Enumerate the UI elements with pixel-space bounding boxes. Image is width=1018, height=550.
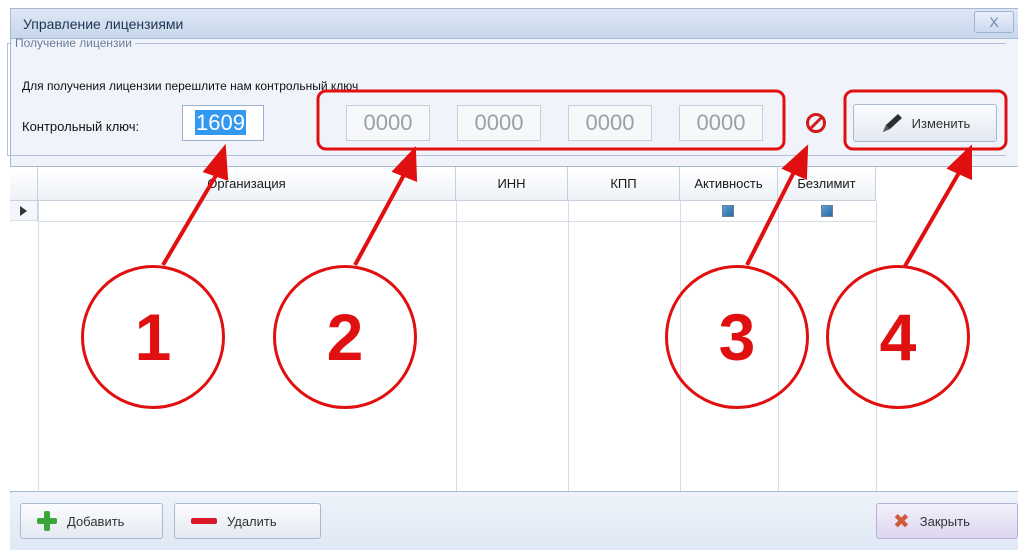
close-icon: ✖ xyxy=(893,510,910,533)
footer-bar: Добавить Удалить ✖ Закрыть xyxy=(10,493,1018,550)
delete-button-label: Удалить xyxy=(227,513,277,529)
no-entry-icon xyxy=(806,113,826,133)
annotation-circle-2: 2 xyxy=(273,265,417,409)
control-key-value: 1609 xyxy=(195,110,246,135)
add-button[interactable]: Добавить xyxy=(20,503,163,539)
plus-icon xyxy=(37,511,57,531)
group-title: Получение лицензии xyxy=(15,36,132,50)
change-button[interactable]: Изменить xyxy=(853,104,997,142)
column-header-org[interactable]: Организация xyxy=(38,167,456,201)
title-bar: Управление лицензиями X xyxy=(11,9,1018,39)
annotation-circle-1: 1 xyxy=(81,265,225,409)
column-header-unlimited[interactable]: Безлимит xyxy=(778,167,876,201)
minus-icon xyxy=(191,518,217,524)
add-button-label: Добавить xyxy=(67,513,125,529)
column-divider xyxy=(456,201,457,491)
license-code-3[interactable]: 0000 xyxy=(568,105,652,141)
close-button-label: Закрыть xyxy=(919,513,970,529)
license-hint: Для получения лицензии перешлите нам кон… xyxy=(22,79,359,93)
control-key-input[interactable]: 1609 xyxy=(182,105,264,141)
table-row[interactable] xyxy=(38,221,876,222)
table-header: Организация ИНН КПП Активность Безлимит xyxy=(10,167,876,201)
annotation-circle-3: 3 xyxy=(665,265,809,409)
column-divider xyxy=(568,201,569,491)
column-header-inn[interactable]: ИНН xyxy=(456,167,568,201)
annotation-circle-4: 4 xyxy=(826,265,970,409)
unlimited-checkbox[interactable] xyxy=(821,205,833,217)
window-title: Управление лицензиями xyxy=(23,16,184,32)
column-header-active[interactable]: Активность xyxy=(680,167,778,201)
active-checkbox[interactable] xyxy=(722,205,734,217)
license-code-1[interactable]: 0000 xyxy=(346,105,430,141)
change-button-label: Изменить xyxy=(911,115,971,131)
license-code-4[interactable]: 0000 xyxy=(679,105,763,141)
pencil-icon xyxy=(882,114,902,132)
key-label: Контрольный ключ: xyxy=(22,119,140,134)
column-divider xyxy=(38,201,39,491)
column-header-kpp[interactable]: КПП xyxy=(568,167,680,201)
row-indicator[interactable] xyxy=(10,201,38,221)
close-window-button[interactable]: X xyxy=(974,11,1014,33)
row-header-corner xyxy=(10,167,38,201)
license-code-2[interactable]: 0000 xyxy=(457,105,541,141)
delete-button[interactable]: Удалить xyxy=(174,503,321,539)
close-button[interactable]: ✖ Закрыть xyxy=(876,503,1018,539)
